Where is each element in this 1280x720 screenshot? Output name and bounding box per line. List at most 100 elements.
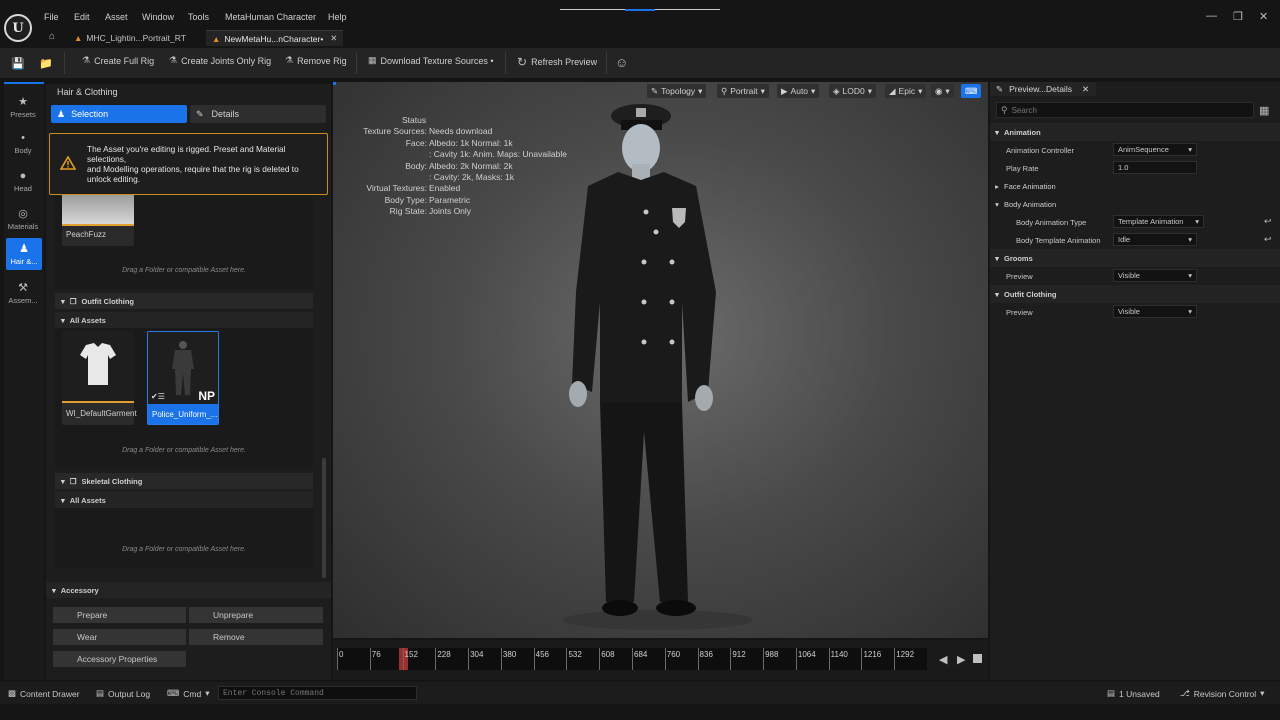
nav-assembly[interactable]: ⚒ Assem... — [4, 281, 42, 305]
cat-body-animation[interactable]: ▾ Body Animation — [990, 195, 1280, 213]
search-input[interactable] — [1011, 105, 1232, 115]
quality-dropdown[interactable]: ◢ Epic ▾ — [885, 84, 927, 98]
section-accessory[interactable]: ▾ Accessory — [46, 582, 331, 598]
download-texture-sources-button[interactable]: ▦ Download Texture Sources • — [368, 55, 494, 66]
asset-police-uniform[interactable]: ✔☰ NP Police_Uniform_... — [147, 331, 219, 425]
nav-materials[interactable]: ◎ Materials — [4, 207, 42, 231]
section-skeletal-clothing[interactable]: ▾ ❒ Skeletal Clothing — [55, 473, 313, 489]
menu-asset[interactable]: Asset — [105, 12, 128, 22]
section-outfit-clothing[interactable]: ▾ ❒ Outfit Clothing — [55, 293, 313, 309]
view-options-dropdown[interactable]: ◉ ▾ — [931, 84, 954, 98]
revision-control-button[interactable]: ⎇ Revision Control ▾ — [1180, 688, 1264, 699]
label: Body Template Animation — [1016, 235, 1101, 245]
timeline-tick — [468, 648, 470, 670]
nav-head[interactable]: ● Head — [4, 170, 42, 193]
portrait-dropdown[interactable]: ⚲ Portrait ▾ — [717, 84, 769, 98]
step-back-icon[interactable]: ◀ — [939, 653, 947, 666]
nav-hair-clothing[interactable]: ♟ Hair &... — [6, 238, 42, 270]
unreal-logo-icon[interactable]: U — [4, 14, 32, 42]
restore-icon[interactable]: ❐ — [1233, 10, 1243, 23]
lod-dropdown[interactable]: ◈ LOD0 ▾ — [829, 84, 877, 98]
quality-icon: ◢ — [889, 85, 896, 96]
home-icon[interactable]: ⌂ — [49, 31, 55, 42]
cat-grooms[interactable]: ▾ Grooms — [990, 249, 1280, 267]
nav-body[interactable]: • Body — [4, 132, 42, 155]
timeline-tick-label: 1292 — [896, 650, 915, 659]
cmd-dropdown[interactable]: ⌨ Cmd ▾ — [167, 688, 210, 699]
keyboard-toggle[interactable]: ⌨ — [961, 84, 982, 98]
tab-selection[interactable]: ♟ Selection — [51, 105, 187, 123]
reset-icon[interactable]: ↩ — [1264, 216, 1272, 227]
nav-presets[interactable]: ★ Presets — [4, 95, 42, 119]
tab-details[interactable]: ✎ Details — [190, 105, 326, 123]
remove-rig-button[interactable]: ⚗ Remove Rig — [285, 55, 347, 66]
create-joints-rig-button[interactable]: ⚗ Create Joints Only Rig — [169, 55, 271, 66]
menu-file[interactable]: File — [44, 12, 59, 22]
timeline-tick — [664, 648, 666, 670]
details-tab[interactable]: ✎ Preview...Details ✕ — [990, 82, 1096, 96]
settings-grid-icon[interactable]: ▦ — [1259, 104, 1269, 117]
remove-button[interactable]: Remove — [189, 629, 323, 645]
menu-edit[interactable]: Edit — [74, 12, 90, 22]
panel-scrollbar[interactable] — [322, 458, 326, 578]
tab-lighting-portrait[interactable]: ▲ MHC_Lightin...Portrait_RT — [68, 30, 192, 46]
label: Topology — [661, 86, 696, 96]
chevron-down-icon: ▾ — [52, 585, 56, 595]
play-rate-input[interactable]: 1.0 — [1113, 161, 1197, 174]
browse-asset-icon[interactable]: 📁 — [39, 57, 53, 70]
menu-tools[interactable]: Tools — [188, 12, 209, 22]
asset-default-garment[interactable]: WI_DefaultGarment — [62, 331, 137, 425]
chevron-down-icon: ▾ — [61, 315, 65, 325]
asset-peachfuzz[interactable]: PeachFuzz — [62, 186, 134, 246]
output-log-button[interactable]: ▤ Output Log — [96, 688, 150, 699]
timeline-tick — [861, 648, 863, 670]
camera-auto-dropdown[interactable]: ▶ Auto ▾ — [777, 84, 820, 98]
content-drawer-button[interactable]: ▩ Content Drawer — [8, 688, 80, 699]
console-input[interactable] — [218, 686, 417, 700]
menu-help[interactable]: Help — [328, 12, 347, 22]
menu-window[interactable]: Window — [142, 12, 174, 22]
stop-icon[interactable] — [973, 654, 982, 663]
minimize-icon[interactable]: — — [1206, 10, 1217, 22]
wear-button[interactable]: Wear — [53, 629, 186, 645]
tab-metahuman-character[interactable]: ▲ NewMetaHu...nCharacter• ✕ — [206, 30, 344, 46]
timeline-tick-label: 456 — [535, 650, 550, 659]
body-template-anim-dropdown[interactable]: Idle ▾ — [1113, 233, 1197, 246]
create-full-rig-button[interactable]: ⚗ Create Full Rig — [82, 55, 154, 66]
cat-animation[interactable]: ▾ Animation — [990, 123, 1280, 141]
subsection-all-assets[interactable]: ▾ All Assets — [55, 312, 313, 328]
drag-hint: Drag a Folder or compatible Asset here. — [122, 447, 246, 454]
unprepare-button[interactable]: Unprepare — [189, 607, 323, 623]
section-label: Skeletal Clothing — [81, 476, 143, 486]
save-icon[interactable]: 💾 — [11, 57, 25, 70]
user-icon[interactable]: ☺ — [615, 55, 628, 70]
refresh-preview-button[interactable]: ↻ Refresh Preview — [517, 55, 597, 69]
unsaved-indicator[interactable]: ▤ 1 Unsaved — [1107, 688, 1160, 699]
accessory-properties-button[interactable]: Accessory Properties — [53, 651, 186, 667]
label: Refresh Preview — [531, 57, 598, 67]
status-value: Albedo: 2k Normal: 2k — [429, 160, 513, 171]
prepare-button[interactable]: Prepare — [53, 607, 186, 623]
cat-outfit-clothing[interactable]: ▾ Outfit Clothing — [990, 285, 1280, 303]
close-tab-icon[interactable]: ✕ — [1082, 84, 1089, 95]
asset-type-icon: ▲ — [212, 33, 221, 44]
reset-icon[interactable]: ↩ — [1264, 234, 1272, 245]
close-tab-icon[interactable]: ✕ — [330, 33, 337, 44]
timeline-tick-label: 760 — [666, 650, 681, 659]
details-search[interactable]: ⚲ — [996, 102, 1254, 118]
outfit-preview-dropdown[interactable]: Visible ▾ — [1113, 305, 1197, 318]
status-overlay: Status Texture Sources: Needs download Fac… — [359, 115, 567, 218]
toolbar-divider — [505, 52, 506, 74]
subsection-all-assets[interactable]: ▾ All Assets — [55, 492, 313, 508]
anim-controller-dropdown[interactable]: AnimSequence ▾ — [1113, 143, 1197, 156]
cat-face-animation[interactable]: ▸ Face Animation — [990, 177, 1280, 195]
body-anim-type-dropdown[interactable]: Template Animation ▾ — [1113, 215, 1204, 228]
grooms-preview-dropdown[interactable]: Visible ▾ — [1113, 269, 1197, 282]
menu-metahuman-character[interactable]: MetaHuman Character — [225, 12, 316, 22]
topology-dropdown[interactable]: ✎ Topology ▾ — [647, 84, 707, 98]
play-icon[interactable]: ▶ — [957, 653, 965, 666]
light-icon: ⚲ — [721, 85, 728, 96]
close-window-icon[interactable]: ✕ — [1259, 10, 1268, 23]
chevron-down-icon: ▾ — [945, 85, 950, 96]
label: Play Rate — [1006, 163, 1039, 173]
